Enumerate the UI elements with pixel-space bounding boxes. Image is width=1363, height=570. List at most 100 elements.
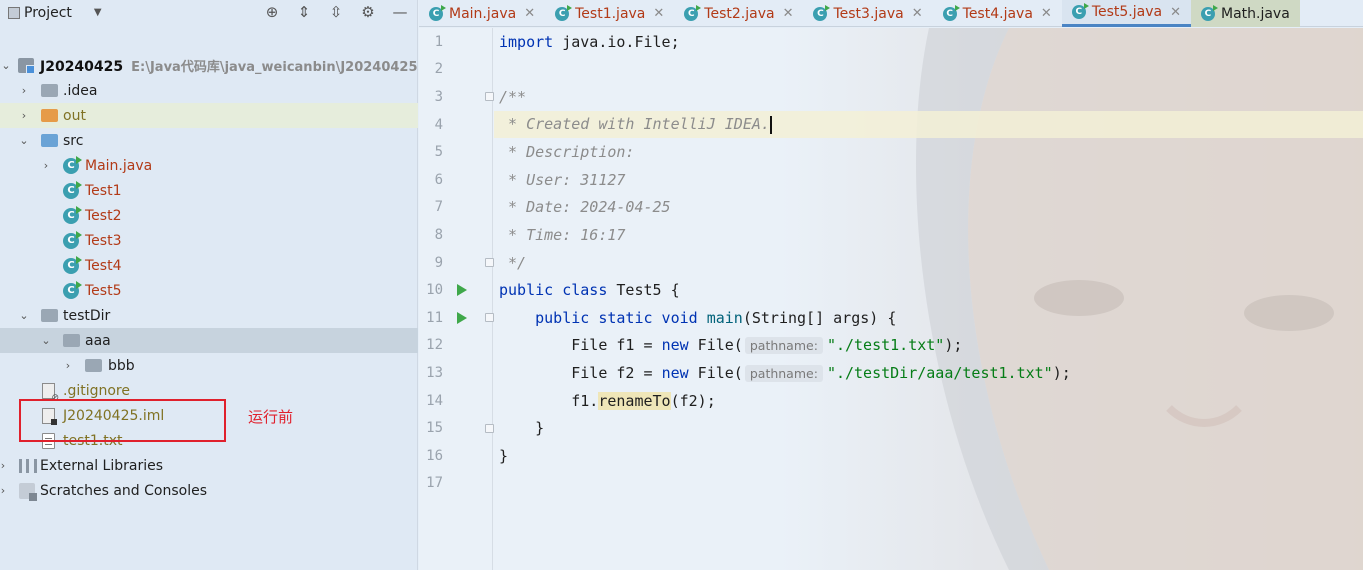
locate-icon[interactable]: ⊕ xyxy=(261,2,283,22)
code-editor[interactable]: 1 import java.io.File; 2 3 /** 4 * Creat… xyxy=(419,28,1363,570)
tree-item-test2[interactable]: C Test2 xyxy=(0,203,418,228)
tree-item-label: Main.java xyxy=(85,157,153,174)
close-icon[interactable]: ✕ xyxy=(1170,5,1181,20)
method-call: renameTo xyxy=(598,391,671,410)
folder-icon xyxy=(41,109,58,122)
tree-item-test1[interactable]: C Test1 xyxy=(0,178,418,203)
tree-item-bbb[interactable]: › bbb xyxy=(0,353,418,378)
chevron-right-icon[interactable]: › xyxy=(0,484,9,497)
tab-label: Main.java xyxy=(449,5,517,22)
code-line: 13 File f2 = new File(pathname: "./testDi… xyxy=(419,359,1363,387)
java-class-icon: C xyxy=(63,205,82,224)
tree-item-test4[interactable]: C Test4 xyxy=(0,253,418,278)
code-text: } xyxy=(499,446,509,465)
hide-icon[interactable]: — xyxy=(389,2,411,22)
tree-item-src[interactable]: ⌄ src xyxy=(0,128,418,153)
fold-icon[interactable] xyxy=(485,313,494,323)
tree-item-label: .idea xyxy=(63,82,98,99)
java-class-icon: C xyxy=(63,155,82,174)
close-icon[interactable]: ✕ xyxy=(912,6,923,21)
tree-item-scratches[interactable]: › Scratches and Consoles xyxy=(0,478,418,503)
chevron-down-icon[interactable]: ⌄ xyxy=(0,59,12,72)
tree-item-main-java[interactable]: › C Main.java xyxy=(0,153,418,178)
tree-item-root[interactable]: ⌄ J20240425 E:\Java代码库\java_weicanbin\J20… xyxy=(0,53,418,78)
collapse-all-icon[interactable]: ⇳ xyxy=(325,2,347,22)
line-number: 2 xyxy=(434,61,443,78)
tab-test4-java[interactable]: C Test4.java ✕ xyxy=(933,0,1062,27)
tab-test5-java[interactable]: C Test5.java ✕ xyxy=(1061,0,1191,27)
code-line: 3 /** xyxy=(419,83,1363,111)
java-class-icon: C xyxy=(942,4,960,21)
code-line: 10 public class Test5 { xyxy=(419,276,1363,304)
fold-icon[interactable] xyxy=(485,423,494,433)
chevron-right-icon[interactable]: › xyxy=(18,109,30,122)
tree-item-external-libraries[interactable]: › External Libraries xyxy=(0,453,418,478)
code-line: 6 * User: 31127 xyxy=(419,166,1363,194)
chevron-right-icon[interactable]: › xyxy=(62,359,74,372)
code-text: (f2); xyxy=(670,391,716,410)
java-class-icon: C xyxy=(813,4,831,21)
comment-text: * Date: 2024-04-25 xyxy=(499,198,671,217)
root-name: J20240425 xyxy=(40,59,124,75)
java-class-icon: C xyxy=(555,4,573,21)
keyword: public class xyxy=(499,281,608,300)
comment-text: * Time: 16:17 xyxy=(499,225,626,244)
chevron-right-icon[interactable]: › xyxy=(18,84,30,97)
fold-icon[interactable] xyxy=(485,92,494,102)
run-icon[interactable] xyxy=(457,311,467,324)
run-icon[interactable] xyxy=(457,284,467,297)
chevron-right-icon[interactable]: › xyxy=(0,459,9,472)
module-icon xyxy=(18,58,35,74)
chevron-down-icon[interactable]: ▼ xyxy=(94,7,102,18)
code-line: 11 public static void main(String[] args… xyxy=(419,304,1363,332)
chevron-down-icon[interactable]: ⌄ xyxy=(18,309,30,322)
tree-item-testdir[interactable]: ⌄ testDir xyxy=(0,303,418,328)
keyword: import xyxy=(499,32,554,51)
tab-math-java[interactable]: C Math.java xyxy=(1190,0,1300,27)
line-number: 17 xyxy=(426,475,443,492)
chevron-down-icon[interactable]: ⌄ xyxy=(40,334,52,347)
code-line: 14 f1.renameTo(f2); xyxy=(419,387,1363,415)
tree-item-label: bbb xyxy=(108,357,135,374)
java-class-icon: C xyxy=(1200,4,1218,21)
tree-item-test3[interactable]: C Test3 xyxy=(0,228,418,253)
tree-item-aaa[interactable]: ⌄ aaa xyxy=(0,328,418,353)
method-name: main xyxy=(706,308,743,327)
tree-item-test5[interactable]: C Test5 xyxy=(0,278,418,303)
close-icon[interactable]: ✕ xyxy=(653,6,664,21)
java-class-icon: C xyxy=(1071,3,1089,19)
tab-main-java[interactable]: C Main.java ✕ xyxy=(419,0,545,27)
tree-item-label: Test4 xyxy=(85,257,122,274)
tree-item-out[interactable]: › out xyxy=(0,103,418,128)
tab-test1-java[interactable]: C Test1.java ✕ xyxy=(545,0,674,27)
close-icon[interactable]: ✕ xyxy=(1041,6,1052,21)
java-class-icon: C xyxy=(63,280,82,299)
expand-all-icon[interactable]: ⇕ xyxy=(293,2,315,22)
comment-text: */ xyxy=(499,253,527,272)
line-number: 10 xyxy=(426,282,443,299)
tab-test3-java[interactable]: C Test3.java ✕ xyxy=(803,0,932,27)
code-text: File( xyxy=(688,363,743,382)
fold-icon[interactable] xyxy=(485,258,494,268)
java-class-icon: C xyxy=(63,255,82,274)
line-number: 12 xyxy=(426,337,443,354)
close-icon[interactable]: ✕ xyxy=(783,6,794,21)
tree-item-idea[interactable]: › .idea xyxy=(0,78,418,103)
root-path: E:\Java代码库\java_weicanbin\J20240425 xyxy=(131,60,418,75)
line-number: 1 xyxy=(434,33,443,50)
code-line: 2 xyxy=(419,56,1363,84)
code-text: } xyxy=(499,419,545,438)
tab-test2-java[interactable]: C Test2.java ✕ xyxy=(674,0,803,27)
chevron-right-icon[interactable]: › xyxy=(40,159,52,172)
close-icon[interactable]: ✕ xyxy=(524,6,535,21)
line-number: 9 xyxy=(434,254,443,271)
scratches-icon xyxy=(19,482,37,501)
gear-icon[interactable]: ⚙ xyxy=(357,2,379,22)
code-text: f1. xyxy=(499,391,599,410)
tree-item-label: Test2 xyxy=(85,207,122,224)
chevron-down-icon[interactable]: ⌄ xyxy=(18,134,30,147)
code-line: 7 * Date: 2024-04-25 xyxy=(419,194,1363,222)
source-folder-icon xyxy=(41,134,58,147)
comment-text: * Created with IntelliJ IDEA. xyxy=(499,115,770,134)
project-view-title[interactable]: Project xyxy=(24,5,72,21)
